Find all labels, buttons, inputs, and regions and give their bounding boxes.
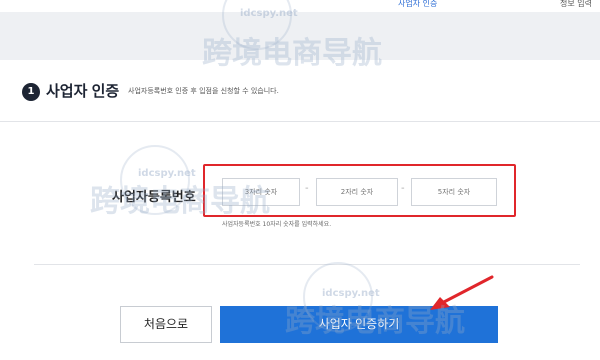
step-description: 사업자등록번호 인증 후 입점을 신청할 수 있습니다. xyxy=(128,87,279,95)
business-number-part1-input[interactable] xyxy=(222,178,300,206)
top-nav: 사업자 인증 정보 입력 xyxy=(0,0,600,12)
nav-tab-info-input[interactable]: 정보 입력 xyxy=(560,0,592,9)
divider xyxy=(34,264,580,265)
business-number-part3-input[interactable] xyxy=(411,178,497,206)
business-number-part2-input[interactable] xyxy=(316,178,398,206)
field-hint: 사업자등록번호 10자리 숫자를 입력하세요. xyxy=(222,221,332,228)
header-band xyxy=(0,12,600,60)
verification-form: 사업자등록번호 - - 사업자등록번호 10자리 숫자를 입력하세요. 처음으로… xyxy=(0,123,600,360)
go-to-start-button[interactable]: 처음으로 xyxy=(120,306,212,343)
step-title: 사업자 인증 xyxy=(46,83,120,100)
step-header: 1 사업자 인증 사업자등록번호 인증 후 입점을 신청할 수 있습니다. xyxy=(0,60,600,122)
separator: - xyxy=(401,183,405,194)
business-number-label: 사업자등록번호 xyxy=(112,189,196,204)
step-number-badge: 1 xyxy=(22,83,40,101)
nav-tab-business-verification[interactable]: 사업자 인증 xyxy=(398,0,437,9)
separator: - xyxy=(305,183,309,194)
verify-business-button[interactable]: 사업자 인증하기 xyxy=(220,306,498,343)
